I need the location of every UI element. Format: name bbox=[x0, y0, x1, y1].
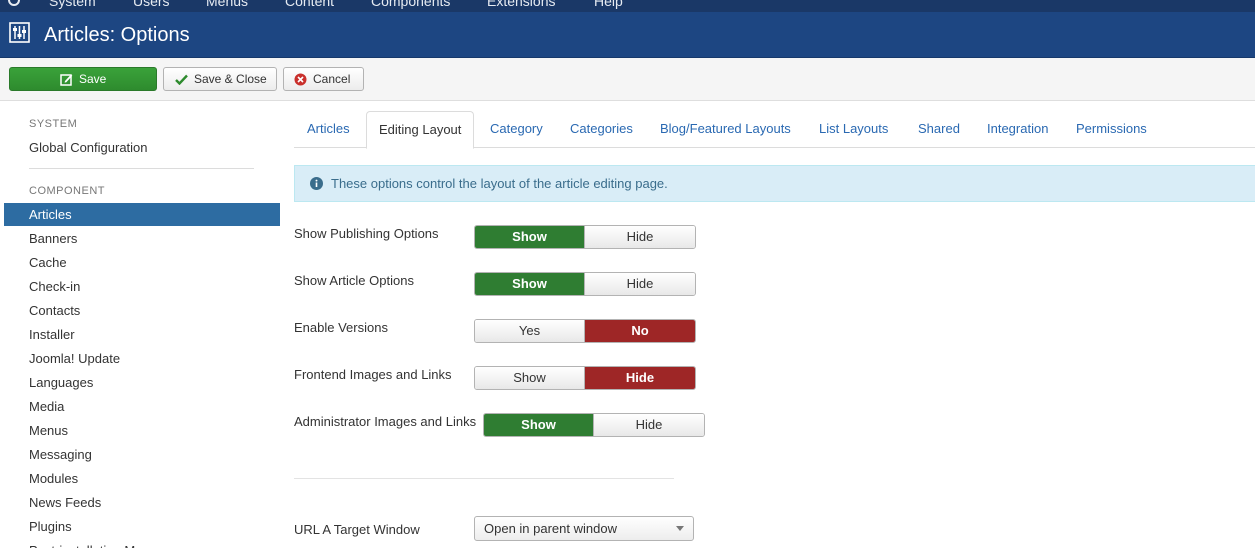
menu-help[interactable]: Help bbox=[594, 0, 623, 9]
sidebar-item-languages[interactable]: Languages bbox=[4, 371, 280, 394]
toggle-enable-versions: Yes No bbox=[474, 319, 696, 343]
sidebar-item-global-configuration[interactable]: Global Configuration bbox=[4, 136, 280, 159]
sidebar-divider bbox=[29, 168, 254, 169]
cancel-label: Cancel bbox=[313, 72, 351, 86]
sidebar: SYSTEM Global Configuration COMPONENT Ar… bbox=[0, 101, 280, 548]
tab-integration[interactable]: Integration bbox=[987, 111, 1048, 148]
sidebar-item-menus[interactable]: Menus bbox=[4, 419, 280, 442]
toggle-show-publishing-options: Show Hide bbox=[474, 225, 696, 249]
toggle-frontend-images-links: Show Hide bbox=[474, 366, 696, 390]
option-show[interactable]: Show bbox=[484, 414, 594, 436]
tab-shared[interactable]: Shared bbox=[918, 111, 960, 148]
sidebar-item-joomla-update[interactable]: Joomla! Update bbox=[4, 347, 280, 370]
sidebar-item-messaging[interactable]: Messaging bbox=[4, 443, 280, 466]
options-icon bbox=[9, 22, 30, 43]
edit-icon bbox=[60, 74, 73, 87]
option-show[interactable]: Show bbox=[475, 273, 585, 295]
top-menu-bar: System Users Menus Content Components Ex… bbox=[0, 0, 1255, 12]
option-no[interactable]: No bbox=[585, 320, 695, 342]
sidebar-item-articles[interactable]: Articles bbox=[4, 203, 280, 226]
menu-users[interactable]: Users bbox=[133, 0, 170, 9]
sidebar-heading-component: COMPONENT bbox=[29, 185, 105, 197]
sidebar-item-cache[interactable]: Cache bbox=[4, 251, 280, 274]
sidebar-item-banners[interactable]: Banners bbox=[4, 227, 280, 250]
tab-category[interactable]: Category bbox=[490, 111, 543, 148]
toggle-show-article-options: Show Hide bbox=[474, 272, 696, 296]
sidebar-item-contacts[interactable]: Contacts bbox=[4, 299, 280, 322]
url-target-window-value: Open in parent window bbox=[484, 521, 617, 536]
label-enable-versions: Enable Versions bbox=[294, 320, 388, 335]
info-alert: These options control the layout of the … bbox=[294, 165, 1255, 202]
cancel-button[interactable]: Cancel bbox=[283, 67, 364, 91]
page-title: Articles: Options bbox=[44, 24, 190, 46]
options-tabs: Articles Editing Layout Category Categor… bbox=[294, 111, 1255, 149]
option-hide[interactable]: Hide bbox=[585, 367, 695, 389]
option-hide[interactable]: Hide bbox=[585, 226, 695, 248]
toolbar: Save Save & Close Cancel bbox=[0, 58, 1255, 101]
label-frontend-images-links: Frontend Images and Links bbox=[294, 367, 452, 382]
menu-extensions[interactable]: Extensions bbox=[487, 0, 555, 9]
menu-content[interactable]: Content bbox=[285, 0, 334, 9]
toggle-administrator-images-links: Show Hide bbox=[483, 413, 705, 437]
save-close-label: Save & Close bbox=[194, 72, 267, 86]
tab-blog-featured-layouts[interactable]: Blog/Featured Layouts bbox=[660, 111, 791, 148]
joomla-logo-icon[interactable] bbox=[7, 0, 21, 7]
caret-down-icon bbox=[676, 526, 684, 531]
label-show-article-options: Show Article Options bbox=[294, 273, 414, 288]
title-bar: Articles: Options bbox=[0, 12, 1255, 58]
sidebar-item-plugins[interactable]: Plugins bbox=[4, 515, 280, 538]
alert-text: These options control the layout of the … bbox=[331, 176, 668, 191]
option-hide[interactable]: Hide bbox=[594, 414, 704, 436]
sidebar-item-media[interactable]: Media bbox=[4, 395, 280, 418]
option-show[interactable]: Show bbox=[475, 367, 585, 389]
menu-system[interactable]: System bbox=[49, 0, 96, 9]
sidebar-item-check-in[interactable]: Check-in bbox=[4, 275, 280, 298]
sidebar-item-installer[interactable]: Installer bbox=[4, 323, 280, 346]
tab-editing-layout[interactable]: Editing Layout bbox=[366, 111, 475, 149]
menu-menus[interactable]: Menus bbox=[206, 0, 248, 9]
label-show-publishing-options: Show Publishing Options bbox=[294, 226, 439, 241]
option-yes[interactable]: Yes bbox=[475, 320, 585, 342]
form-divider bbox=[294, 478, 674, 479]
save-button[interactable]: Save bbox=[9, 67, 157, 91]
info-icon bbox=[310, 177, 323, 190]
sidebar-item-post-installation-messages[interactable]: Post-installation Messages bbox=[4, 539, 280, 548]
option-hide[interactable]: Hide bbox=[585, 273, 695, 295]
tab-articles[interactable]: Articles bbox=[307, 111, 350, 148]
tab-permissions[interactable]: Permissions bbox=[1076, 111, 1147, 148]
save-label: Save bbox=[79, 72, 107, 86]
tab-categories[interactable]: Categories bbox=[570, 111, 633, 148]
sidebar-item-modules[interactable]: Modules bbox=[4, 467, 280, 490]
url-target-window-select[interactable]: Open in parent window bbox=[474, 516, 694, 541]
checkmark-icon bbox=[175, 75, 188, 86]
sidebar-item-news-feeds[interactable]: News Feeds bbox=[4, 491, 280, 514]
tab-list-layouts[interactable]: List Layouts bbox=[819, 111, 888, 148]
cancel-circle-icon bbox=[294, 73, 307, 86]
menu-components[interactable]: Components bbox=[371, 0, 450, 9]
save-close-button[interactable]: Save & Close bbox=[163, 67, 277, 91]
option-show[interactable]: Show bbox=[475, 226, 585, 248]
label-administrator-images-links: Administrator Images and Links bbox=[294, 414, 477, 429]
label-url-a-target-window: URL A Target Window bbox=[294, 522, 420, 537]
sidebar-heading-system: SYSTEM bbox=[29, 118, 78, 130]
